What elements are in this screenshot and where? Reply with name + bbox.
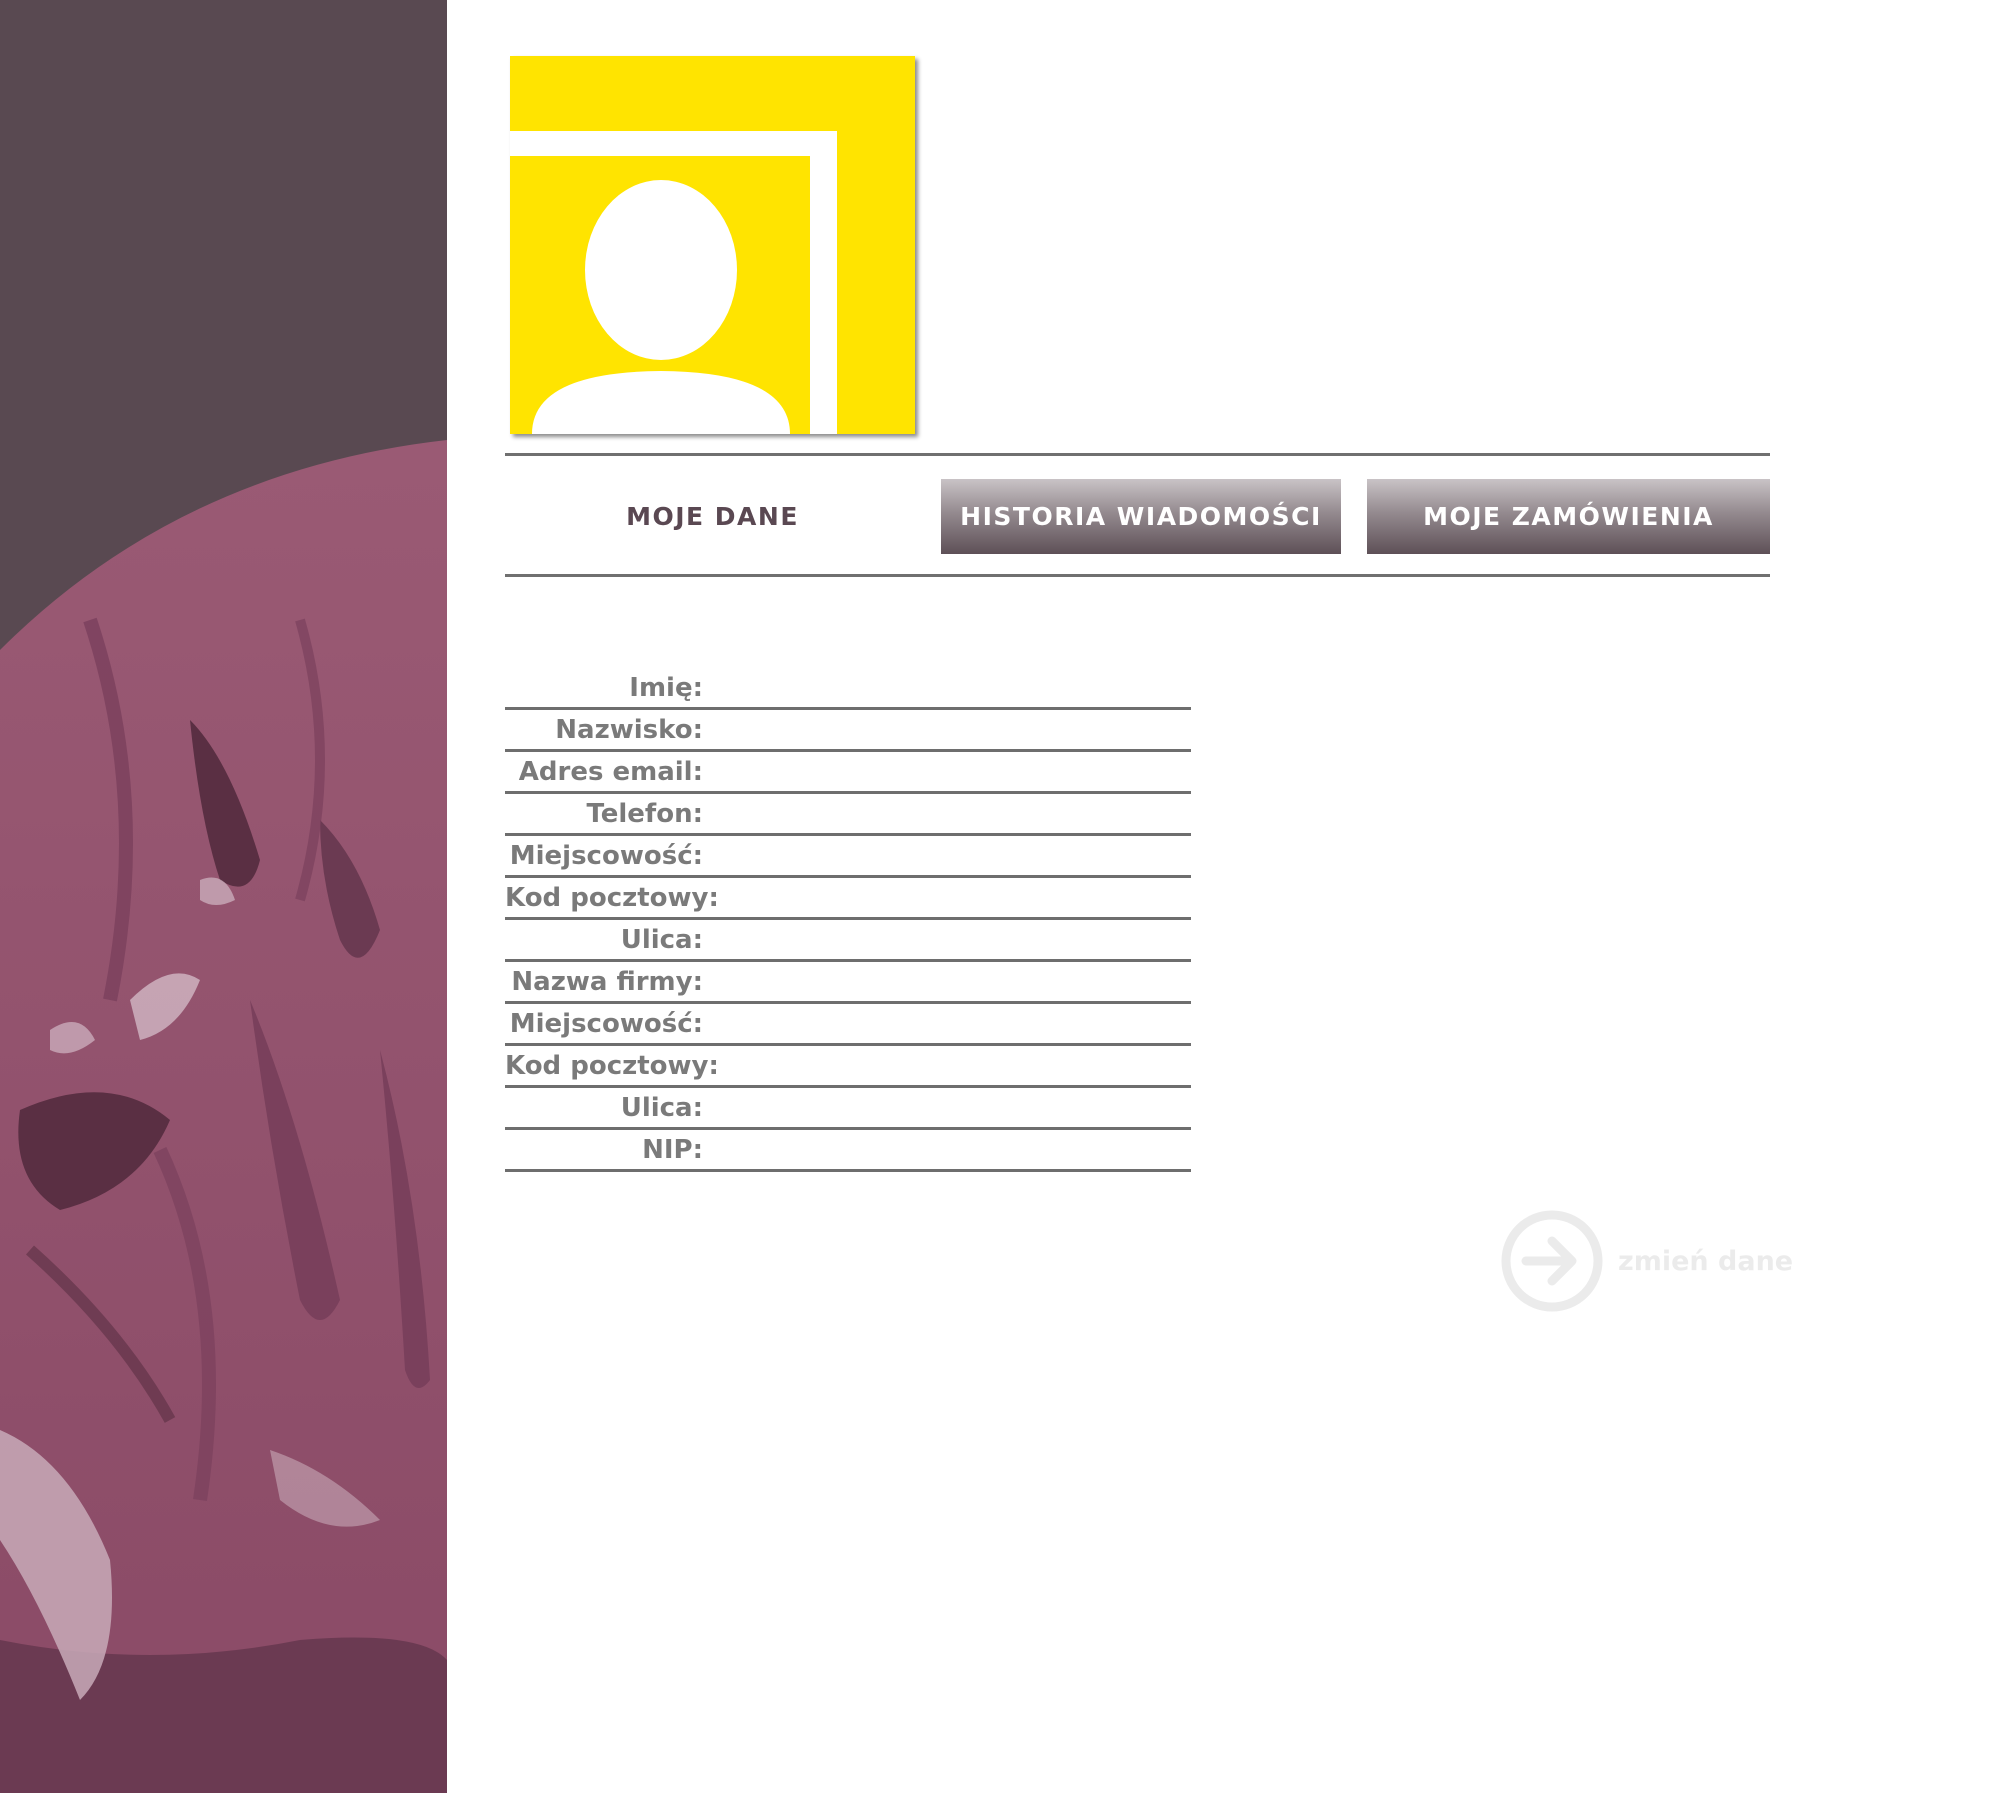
user-avatar — [510, 56, 915, 434]
field-row-company-postal-code: Kod pocztowy: — [505, 1046, 1191, 1088]
field-label: Telefon: — [586, 799, 703, 829]
arrow-right-circle-icon — [1501, 1210, 1603, 1312]
field-label: Nazwisko: — [555, 715, 703, 745]
field-row-street: Ulica: — [505, 920, 1191, 962]
field-label: Ulica: — [620, 1093, 703, 1123]
field-row-first-name: Imię: — [505, 668, 1191, 710]
tabs-bottom-divider — [505, 574, 1770, 577]
field-row-last-name: Nazwisko: — [505, 710, 1191, 752]
field-label: Adres email: — [518, 757, 703, 787]
decorative-fabric-image — [0, 0, 447, 1793]
field-label: NIP: — [642, 1135, 703, 1165]
user-silhouette-icon — [510, 56, 915, 434]
user-data-form: Imię: Nazwisko: Adres email: Telefon: Mi… — [505, 668, 1191, 1172]
field-row-company-street: Ulica: — [505, 1088, 1191, 1130]
field-row-nip: NIP: — [505, 1130, 1191, 1172]
field-row-postal-code: Kod pocztowy: — [505, 878, 1191, 920]
field-label: Kod pocztowy: — [505, 883, 719, 913]
field-label: Ulica: — [620, 925, 703, 955]
tabs-top-divider — [505, 453, 1770, 456]
field-label: Miejscowość: — [509, 841, 703, 871]
field-row-company-city: Miejscowość: — [505, 1004, 1191, 1046]
decorative-side-panel — [0, 0, 447, 1793]
field-label: Imię: — [629, 673, 703, 703]
field-label: Miejscowość: — [509, 1009, 703, 1039]
field-row-company-name: Nazwa firmy: — [505, 962, 1191, 1004]
tab-historia-wiadomosci[interactable]: HISTORIA WIADOMOŚCI — [941, 479, 1341, 554]
tab-moje-zamowienia[interactable]: MOJE ZAMÓWIENIA — [1367, 479, 1770, 554]
change-data-label: zmień dane — [1618, 1245, 1794, 1277]
tab-moje-dane[interactable]: MOJE DANE — [510, 479, 915, 554]
field-label: Nazwa firmy: — [511, 967, 703, 997]
field-label: Kod pocztowy: — [505, 1051, 719, 1081]
field-row-email: Adres email: — [505, 752, 1191, 794]
field-row-phone: Telefon: — [505, 794, 1191, 836]
change-data-link[interactable]: zmień dane — [1500, 1208, 1793, 1314]
field-row-city: Miejscowość: — [505, 836, 1191, 878]
